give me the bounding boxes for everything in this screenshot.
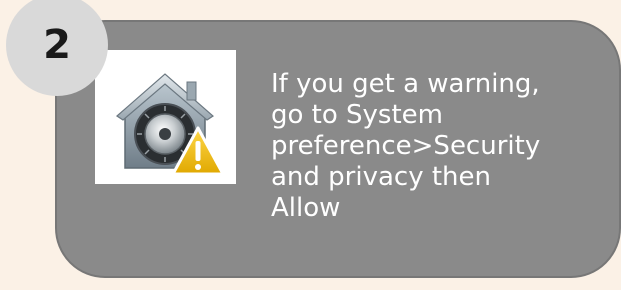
gatekeeper-icon (116, 73, 225, 176)
instruction-text: If you get a warning, go to System prefe… (271, 69, 541, 223)
step-number: 2 (43, 22, 71, 68)
security-icon-tile (95, 50, 236, 184)
